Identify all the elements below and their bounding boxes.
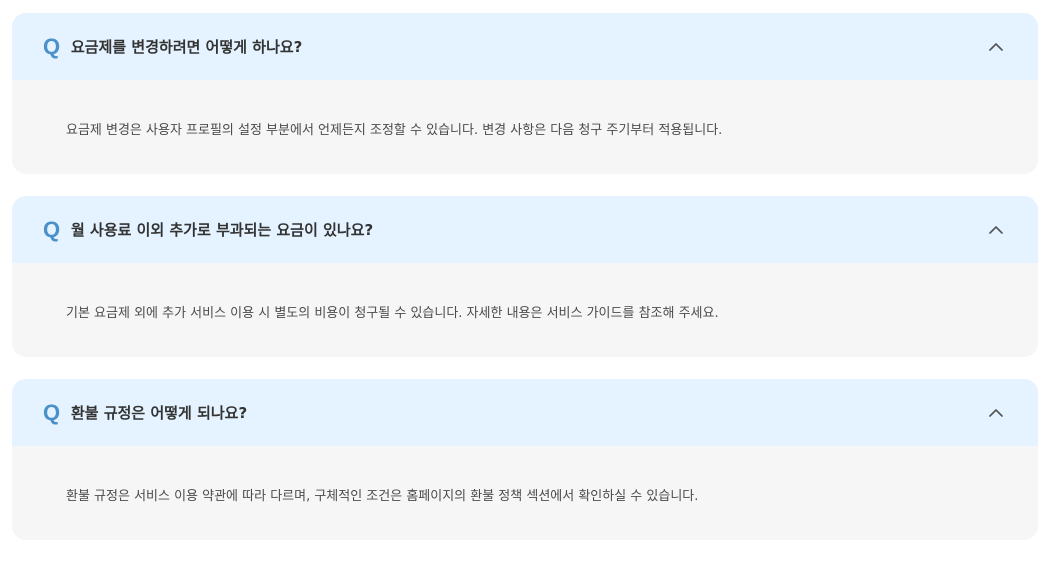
question-marker: Q <box>43 33 61 59</box>
answer-text: 기본 요금제 외에 추가 서비스 이용 시 별도의 비용이 청구될 수 있습니다… <box>66 306 719 321</box>
faq-question-header[interactable]: Q 환불 규정은 어떻게 되나요? <box>12 379 1038 446</box>
faq-question-header[interactable]: Q 요금제를 변경하려면 어떻게 하나요? <box>12 13 1038 80</box>
chevron-up-icon[interactable] <box>988 222 1004 238</box>
question-text: 요금제를 변경하려면 어떻게 하나요? <box>71 38 303 56</box>
faq-list: Q 요금제를 변경하려면 어떻게 하나요? 요금제 변경은 사용자 프로필의 설… <box>12 13 1038 562</box>
answer-text: 요금제 변경은 사용자 프로필의 설정 부분에서 언제든지 조정할 수 있습니다… <box>66 123 723 138</box>
faq-item: Q 환불 규정은 어떻게 되나요? 환불 규정은 서비스 이용 약관에 따라 다… <box>12 379 1038 540</box>
question-text: 월 사용료 이외 추가로 부과되는 요금이 있나요? <box>71 221 374 239</box>
answer-text: 환불 규정은 서비스 이용 약관에 따라 다르며, 구체적인 조건은 홈페이지의… <box>66 489 699 504</box>
question-marker: Q <box>43 216 61 242</box>
question-marker: Q <box>43 399 61 425</box>
chevron-up-icon[interactable] <box>988 39 1004 55</box>
faq-item: Q 요금제를 변경하려면 어떻게 하나요? 요금제 변경은 사용자 프로필의 설… <box>12 13 1038 174</box>
faq-item: Q 월 사용료 이외 추가로 부과되는 요금이 있나요? 기본 요금제 외에 추… <box>12 196 1038 357</box>
faq-question-header[interactable]: Q 월 사용료 이외 추가로 부과되는 요금이 있나요? <box>12 196 1038 263</box>
question-text: 환불 규정은 어떻게 되나요? <box>71 404 248 422</box>
chevron-up-icon[interactable] <box>988 405 1004 421</box>
